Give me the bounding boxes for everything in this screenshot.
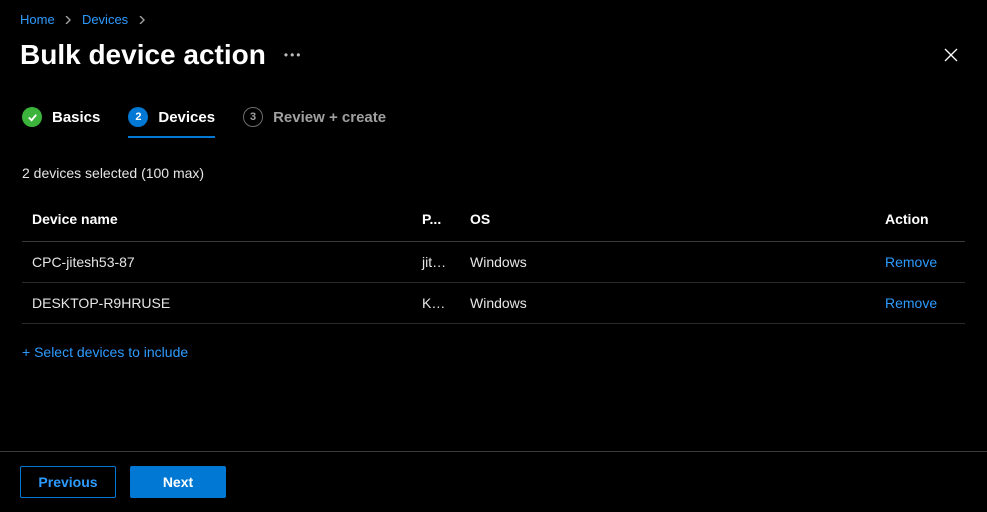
- remove-link[interactable]: Remove: [885, 295, 937, 311]
- close-icon: [943, 47, 959, 63]
- table-row: DESKTOP-R9HRUSE Kan... Windows Remove: [22, 283, 965, 324]
- select-devices-link[interactable]: + Select devices to include: [0, 324, 987, 380]
- table-header-row: Device name P... OS Action: [22, 197, 965, 242]
- tab-review-create[interactable]: 3 Review + create: [243, 107, 386, 137]
- col-device-name[interactable]: Device name: [22, 197, 412, 242]
- col-action: Action: [875, 197, 965, 242]
- cell-primary-user: Kan...: [412, 283, 460, 324]
- page-header: Bulk device action •••: [0, 35, 987, 97]
- breadcrumb-home[interactable]: Home: [20, 12, 55, 27]
- cell-device-name: CPC-jitesh53-87: [22, 242, 412, 283]
- tab-devices-label: Devices: [158, 109, 215, 126]
- wizard-tabs: Basics 2 Devices 3 Review + create: [0, 107, 987, 147]
- close-button[interactable]: [935, 39, 967, 71]
- tab-review-label: Review + create: [273, 109, 386, 126]
- breadcrumb-devices[interactable]: Devices: [82, 12, 128, 27]
- more-menu-icon[interactable]: •••: [284, 48, 303, 62]
- previous-button[interactable]: Previous: [20, 466, 116, 498]
- col-primary-user[interactable]: P...: [412, 197, 460, 242]
- selection-status: 2 devices selected (100 max): [0, 147, 987, 197]
- col-os[interactable]: OS: [460, 197, 875, 242]
- remove-link[interactable]: Remove: [885, 254, 937, 270]
- step-number-icon: 3: [243, 107, 263, 127]
- check-icon: [22, 107, 42, 127]
- cell-primary-user: jite...: [412, 242, 460, 283]
- cell-device-name: DESKTOP-R9HRUSE: [22, 283, 412, 324]
- wizard-footer: Previous Next: [0, 451, 987, 512]
- tab-basics-label: Basics: [52, 109, 100, 126]
- devices-table: Device name P... OS Action CPC-jitesh53-…: [22, 197, 965, 324]
- table-row: CPC-jitesh53-87 jite... Windows Remove: [22, 242, 965, 283]
- next-button[interactable]: Next: [130, 466, 226, 498]
- cell-os: Windows: [460, 283, 875, 324]
- page-title: Bulk device action: [20, 39, 266, 71]
- tab-basics[interactable]: Basics: [22, 107, 100, 137]
- step-number-icon: 2: [128, 107, 148, 127]
- chevron-right-icon: [138, 15, 146, 27]
- chevron-right-icon: [64, 15, 72, 27]
- tab-devices[interactable]: 2 Devices: [128, 107, 215, 137]
- cell-os: Windows: [460, 242, 875, 283]
- breadcrumb: Home Devices: [0, 0, 987, 35]
